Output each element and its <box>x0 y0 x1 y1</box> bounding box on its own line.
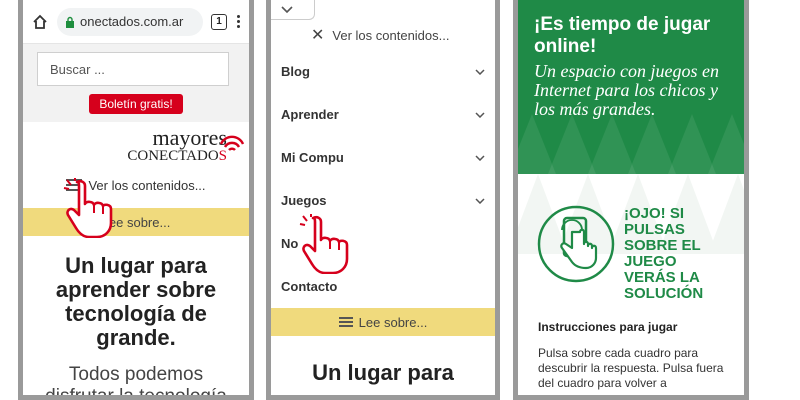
nav-item-label: Blog <box>281 64 310 79</box>
hero-section: Un lugar para aprender sobre tecnología … <box>23 236 249 400</box>
chevron-down-icon[interactable] <box>475 68 485 75</box>
close-menu-label: Ver los contenidos... <box>332 27 450 43</box>
address-bar[interactable]: onectados.com.ar <box>57 7 203 36</box>
nav-item-blog[interactable]: Blog <box>271 50 495 93</box>
nav-item-label: Contacto <box>281 279 338 294</box>
nav-item-label: Juegos <box>281 193 327 208</box>
site-logo[interactable]: mayores CONECTADOS <box>23 122 249 164</box>
close-menu-button[interactable]: ✕ Ver los contenidos... <box>271 20 495 50</box>
url-text: onectados.com.ar <box>80 14 184 29</box>
tab-count-button[interactable]: 1 <box>211 13 227 30</box>
games-subtitle: Un espacio con juegos en Internet para l… <box>534 61 719 119</box>
browser-toolbar: onectados.com.ar 1 <box>23 0 249 44</box>
hero-subtitle: Todos podemos disfrutar la tecnología <box>45 364 227 400</box>
lee-sobre-bar[interactable]: Lee sobre... <box>23 208 249 236</box>
nav-item-label: No <box>281 236 299 251</box>
menu-icon <box>338 317 353 327</box>
menu-toggle[interactable]: Ver los contenidos... <box>23 162 249 208</box>
chevron-down-icon[interactable] <box>281 4 293 14</box>
close-icon: ✕ <box>311 27 325 44</box>
games-notice-section: ¡OJO! SI PULSAS SOBRE EL JUEGO VERÁS LA … <box>518 174 744 390</box>
lee-sobre-label: Lee sobre... <box>358 314 428 330</box>
hero-title: Un lugar para aprender sobre tecnología … <box>55 253 217 350</box>
logo-line2: CONECTADOS <box>127 148 227 164</box>
nav-item-label: Mi Compu <box>281 150 344 165</box>
kebab-menu-icon[interactable] <box>237 15 241 28</box>
nav-item-aprender[interactable]: Aprender <box>271 93 495 136</box>
solution-warning: ¡OJO! SI PULSAS SOBRE EL JUEGO VERÁS LA … <box>624 205 704 302</box>
games-title: ¡Es tiempo de jugar online! <box>534 14 711 57</box>
lock-icon <box>66 16 74 28</box>
pointing-hand-icon <box>299 214 349 274</box>
nav-item-mi-compu[interactable]: Mi Compu <box>271 136 495 179</box>
home-icon[interactable] <box>31 13 49 31</box>
logo-line1: mayores <box>152 125 227 150</box>
games-header: ¡Es tiempo de jugar online! Un espacio c… <box>518 0 744 174</box>
search-input[interactable] <box>37 52 229 86</box>
phone-screenshot-games: ¡Es tiempo de jugar online! Un espacio c… <box>513 0 749 400</box>
instructions-text: Pulsa sobre cada cuadro para descubrir l… <box>538 346 724 390</box>
lee-sobre-bar[interactable]: Lee sobre... <box>271 308 495 336</box>
chevron-down-icon[interactable] <box>475 197 485 204</box>
phone-screenshot-home: onectados.com.ar 1 Boletín gratis! mayor… <box>18 0 254 400</box>
instructions-title: Instrucciones para jugar <box>538 320 678 334</box>
hero-title: Un lugar para <box>312 360 454 385</box>
chevron-down-icon[interactable] <box>475 154 485 161</box>
touch-phone-icon <box>537 205 615 283</box>
wifi-icon <box>219 135 245 151</box>
nav-item-label: Aprender <box>281 107 339 122</box>
newsletter-button[interactable]: Boletín gratis! <box>89 94 183 114</box>
chevron-down-icon[interactable] <box>475 111 485 118</box>
search-section: Boletín gratis! <box>23 44 249 122</box>
pointing-hand-icon <box>63 178 113 238</box>
menu-top-strip <box>271 0 495 20</box>
phone-screenshot-menu: ✕ Ver los contenidos... Blog Aprender Mi C… <box>266 0 500 400</box>
